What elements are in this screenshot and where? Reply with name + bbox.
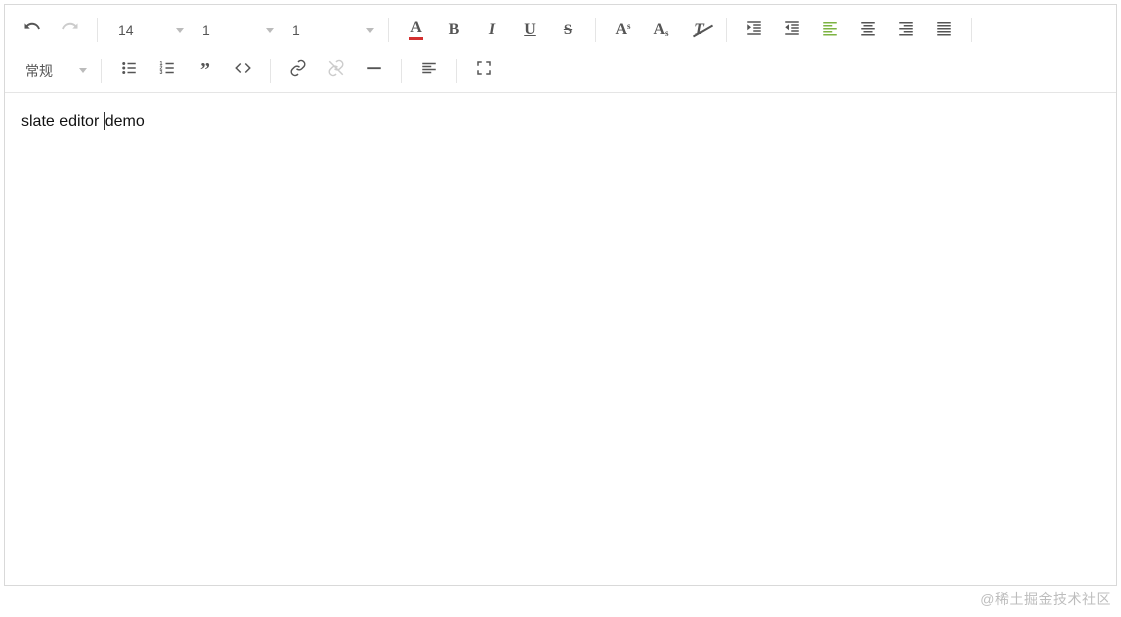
chevron-down-icon (366, 28, 374, 33)
fullscreen-button[interactable] (466, 53, 502, 89)
watermark: @稀土掘金技术社区 (980, 589, 1111, 609)
italic-button[interactable]: I (474, 12, 510, 48)
editor-content[interactable]: slate editor demo (5, 93, 1116, 585)
separator (595, 18, 596, 42)
chevron-down-icon (266, 28, 274, 33)
separator (971, 18, 972, 42)
superscript-button[interactable]: As (605, 12, 641, 48)
toolbar: 14 1 1 A B I U (5, 5, 1116, 93)
horizontal-rule-button[interactable] (356, 53, 392, 89)
unlink-icon (327, 59, 345, 82)
indent-increase-button[interactable] (736, 12, 772, 48)
para-group (410, 53, 448, 89)
chevron-down-icon (176, 28, 184, 33)
undo-button[interactable] (14, 12, 50, 48)
separator (101, 59, 102, 83)
quote-icon: ” (200, 59, 210, 82)
redo-icon (61, 19, 79, 42)
subscript-icon: As (653, 22, 668, 38)
unordered-list-button[interactable] (111, 53, 147, 89)
underline-icon: U (524, 21, 536, 39)
script-group: As As T (604, 12, 718, 48)
superscript-icon: As (615, 22, 630, 38)
indent-group (735, 12, 963, 48)
line-height-select[interactable]: 1 (190, 12, 280, 48)
subscript-button[interactable]: As (643, 12, 679, 48)
blockquote-button[interactable]: ” (187, 53, 223, 89)
unlink-button[interactable] (318, 53, 354, 89)
svg-text:3: 3 (160, 70, 163, 76)
code-button[interactable] (225, 53, 261, 89)
bold-icon: B (449, 21, 460, 39)
separator (97, 18, 98, 42)
font-size-value: 14 (118, 22, 134, 38)
ordered-list-icon: 123 (158, 59, 176, 82)
strikethrough-icon: S (564, 22, 572, 39)
strikethrough-button[interactable]: S (550, 12, 586, 48)
line-height-value: 1 (202, 22, 210, 38)
indent-decrease-button[interactable] (774, 12, 810, 48)
separator (270, 59, 271, 83)
link-button[interactable] (280, 53, 316, 89)
unordered-list-icon (120, 59, 138, 82)
italic-icon: I (489, 21, 495, 39)
clear-format-button[interactable]: T (681, 12, 717, 48)
horizontal-rule-icon (365, 59, 383, 82)
text-after-cursor: demo (105, 113, 145, 130)
undo-icon (23, 19, 41, 42)
code-icon (234, 59, 252, 82)
align-justify-icon (935, 19, 953, 42)
chevron-down-icon (79, 68, 87, 73)
separator (726, 18, 727, 42)
paragraph-align-icon (420, 59, 438, 82)
align-left-button[interactable] (812, 12, 848, 48)
letter-spacing-value: 1 (292, 22, 300, 38)
list-group: 123 ” (110, 53, 262, 89)
insert-group (279, 53, 393, 89)
fullscreen-icon (475, 59, 493, 82)
letter-spacing-select[interactable]: 1 (280, 12, 380, 48)
view-group (465, 53, 503, 89)
text-line: slate editor demo (21, 113, 1100, 131)
editor-container: 14 1 1 A B I U (4, 4, 1117, 586)
align-justify-button[interactable] (926, 12, 962, 48)
bold-button[interactable]: B (436, 12, 472, 48)
align-right-button[interactable] (888, 12, 924, 48)
indent-increase-icon (745, 19, 763, 42)
separator (456, 59, 457, 83)
align-left-icon (821, 19, 839, 42)
font-size-select[interactable]: 14 (106, 12, 190, 48)
indent-decrease-icon (783, 19, 801, 42)
paragraph-align-button[interactable] (411, 53, 447, 89)
align-center-button[interactable] (850, 12, 886, 48)
clear-format-icon: T (694, 21, 704, 39)
align-right-icon (897, 19, 915, 42)
font-color-button[interactable]: A (398, 12, 434, 48)
text-style-select[interactable]: 常规 (13, 53, 93, 89)
align-center-icon (859, 19, 877, 42)
link-icon (289, 59, 307, 82)
separator (388, 18, 389, 42)
ordered-list-button[interactable]: 123 (149, 53, 185, 89)
text-before-cursor: slate editor (21, 113, 104, 130)
history-group (13, 12, 89, 48)
underline-button[interactable]: U (512, 12, 548, 48)
font-color-icon: A (409, 20, 423, 40)
text-style-value: 常规 (25, 61, 53, 81)
separator (401, 59, 402, 83)
redo-button[interactable] (52, 12, 88, 48)
text-cursor (104, 112, 105, 130)
text-format-group: A B I U S (397, 12, 587, 48)
